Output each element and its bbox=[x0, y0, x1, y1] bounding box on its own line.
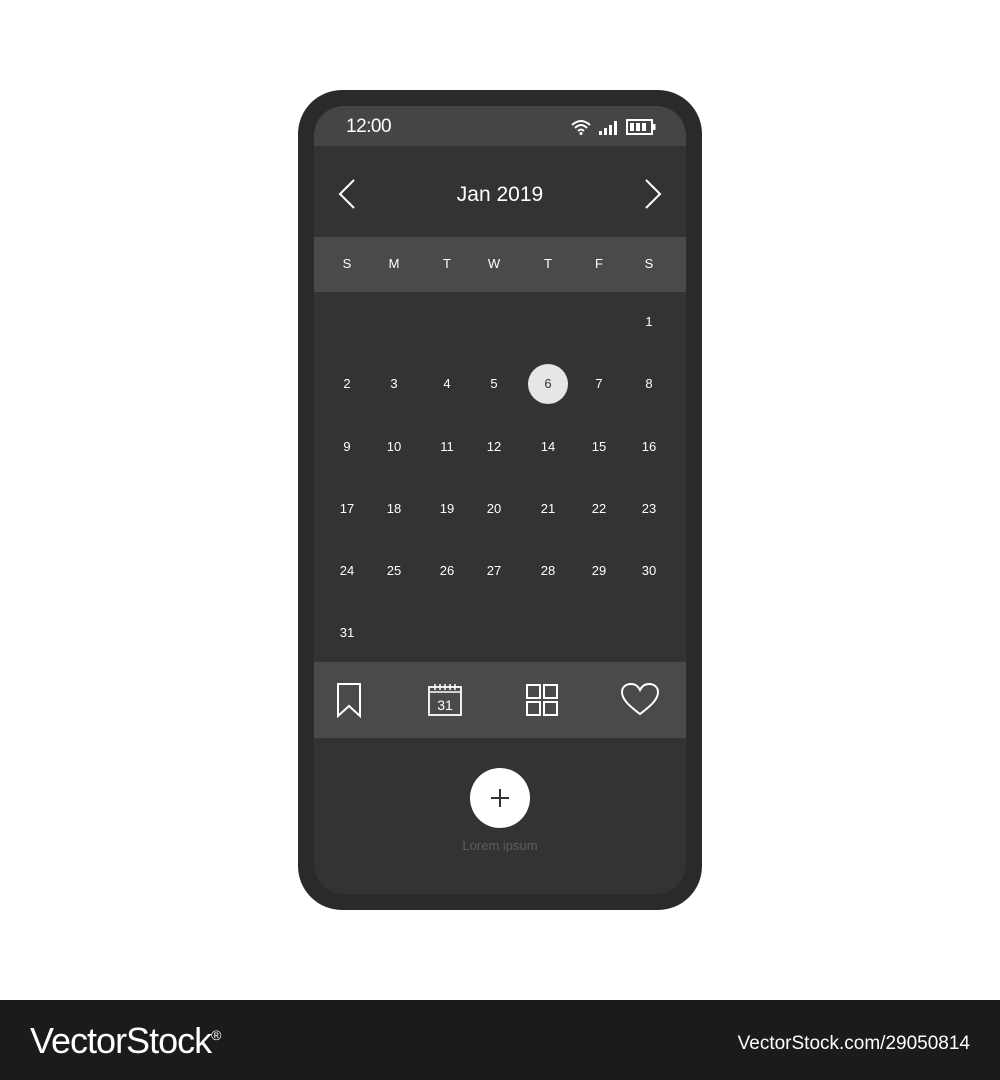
tab-calendar[interactable]: 31 bbox=[425, 682, 465, 718]
calendar-day[interactable]: 24 bbox=[327, 551, 367, 591]
calendar-day[interactable]: 3 bbox=[374, 364, 414, 404]
weekday-label: F bbox=[595, 256, 603, 271]
tab-grid[interactable] bbox=[522, 682, 562, 718]
watermark-bar: VectorStock® VectorStock.com/29050814 bbox=[0, 1000, 1000, 1080]
calendar-day[interactable]: 23 bbox=[629, 489, 669, 529]
watermark-image-id: VectorStock.com/29050814 bbox=[737, 1033, 970, 1054]
grid-icon bbox=[522, 682, 562, 718]
phone-screen: 12:00 Jan 2019 S M T W T F S 1 2 3 4 5 6… bbox=[314, 106, 686, 894]
add-button-label: Lorem ipsum bbox=[462, 838, 538, 853]
calendar-day[interactable]: 19 bbox=[427, 489, 467, 529]
heart-icon bbox=[620, 682, 660, 718]
add-button[interactable] bbox=[470, 768, 530, 828]
calendar-day[interactable]: 20 bbox=[474, 489, 514, 529]
calendar-day[interactable]: 5 bbox=[474, 364, 514, 404]
calendar-day[interactable]: 26 bbox=[427, 551, 467, 591]
calendar-icon: 31 bbox=[425, 682, 465, 718]
status-time: 12:00 bbox=[346, 116, 392, 137]
weekday-label: T bbox=[443, 256, 451, 271]
calendar-day[interactable]: 22 bbox=[579, 489, 619, 529]
calendar-day[interactable]: 30 bbox=[629, 551, 669, 591]
watermark-logo: VectorStock® bbox=[30, 1020, 221, 1062]
bottom-tab-bar: 31 bbox=[314, 662, 686, 738]
calendar-day[interactable]: 25 bbox=[374, 551, 414, 591]
weekday-label: M bbox=[388, 256, 400, 271]
calendar-day[interactable]: 14 bbox=[528, 427, 568, 467]
tab-favorites[interactable] bbox=[620, 682, 660, 718]
registered-mark: ® bbox=[211, 1027, 221, 1043]
calendar-day[interactable]: 11 bbox=[427, 427, 467, 467]
calendar-day[interactable]: 7 bbox=[579, 364, 619, 404]
status-icons bbox=[570, 118, 656, 136]
battery-icon bbox=[626, 119, 656, 135]
calendar-day[interactable]: 15 bbox=[579, 427, 619, 467]
calendar-day[interactable]: 18 bbox=[374, 489, 414, 529]
weekday-label: S bbox=[342, 256, 352, 271]
wifi-icon bbox=[570, 119, 592, 135]
month-header: Jan 2019 bbox=[314, 146, 686, 236]
chevron-right-icon bbox=[638, 179, 668, 218]
calendar-icon-date: 31 bbox=[437, 697, 453, 713]
weekday-header: S M T W T F S bbox=[314, 237, 686, 292]
calendar-day[interactable]: 8 bbox=[629, 364, 669, 404]
status-bar: 12:00 bbox=[314, 106, 686, 146]
phone-frame: 12:00 Jan 2019 S M T W T F S 1 2 3 4 5 6… bbox=[298, 90, 702, 910]
weekday-label: W bbox=[487, 256, 501, 271]
calendar-day[interactable]: 10 bbox=[374, 427, 414, 467]
calendar-day[interactable]: 21 bbox=[528, 489, 568, 529]
calendar-grid: 1 2 3 4 5 6 7 8 9 10 11 12 14 15 16 17 18 19 20 21 22 23 24 25 2… bbox=[314, 292, 686, 662]
month-title: Jan 2019 bbox=[456, 183, 544, 206]
calendar-day[interactable]: 2 bbox=[327, 364, 367, 404]
calendar-day-selected[interactable]: 6 bbox=[528, 364, 568, 404]
calendar-day[interactable]: 9 bbox=[327, 427, 367, 467]
calendar-day[interactable]: 1 bbox=[629, 302, 669, 342]
calendar-day[interactable]: 28 bbox=[528, 551, 568, 591]
watermark-brand: VectorStock bbox=[30, 1020, 212, 1061]
weekday-label: S bbox=[644, 256, 654, 271]
calendar-day[interactable]: 17 bbox=[327, 489, 367, 529]
plus-icon bbox=[491, 789, 509, 807]
calendar-day[interactable]: 31 bbox=[327, 613, 367, 653]
calendar-day[interactable]: 4 bbox=[427, 364, 467, 404]
tab-bookmarks[interactable] bbox=[329, 682, 369, 718]
weekday-label: T bbox=[544, 256, 552, 271]
next-month-button[interactable] bbox=[638, 174, 668, 214]
bookmark-icon bbox=[329, 682, 369, 718]
calendar-day[interactable]: 27 bbox=[474, 551, 514, 591]
signal-icon bbox=[598, 119, 620, 135]
calendar-day[interactable]: 16 bbox=[629, 427, 669, 467]
calendar-day[interactable]: 12 bbox=[474, 427, 514, 467]
calendar-day[interactable]: 29 bbox=[579, 551, 619, 591]
